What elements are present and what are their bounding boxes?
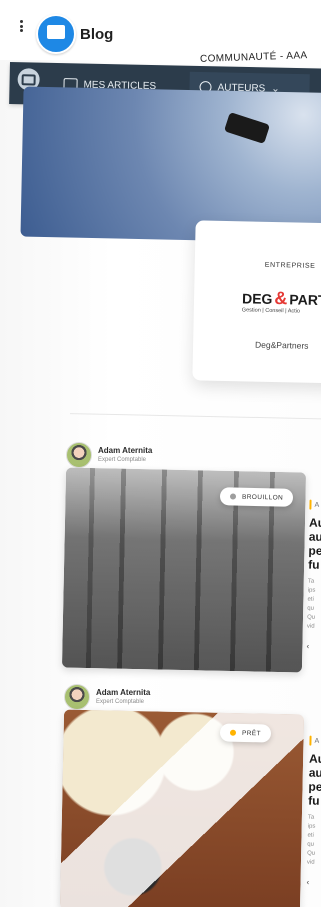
post-title[interactable]: Au au pe fu [308,516,321,573]
post-preview-2[interactable]: A Au au pe fu Ta ips eti qu Qu vid ‹ [306,735,321,888]
post-more-link[interactable]: ‹ [306,642,321,652]
tag-bar [309,735,312,746]
status-badge-label: BROUILLON [241,493,284,502]
company-logo-text-left: DEG [241,289,273,307]
hero-banner-image [20,86,321,244]
author-text: Adam Aternita Expert Comptable [96,688,150,706]
company-logo: DEG & PARTNERS Gestion | Conseil | Actio [242,287,321,317]
tag-bar [309,499,312,510]
company-logo-text-amp: & [274,288,288,309]
status-dot-icon [229,729,237,736]
status-badge: BROUILLON [219,487,294,507]
post-tag: A [309,735,321,747]
author-name[interactable]: Adam Aternita [98,446,152,456]
post-title[interactable]: Au au pe fu [308,752,321,809]
app-title: Blog [80,26,114,43]
status-badge-label: PRÊT [241,729,262,737]
post-author-1[interactable]: Adam Aternita Expert Comptable [66,442,152,468]
company-section-label: ENTREPRISE [264,261,316,270]
company-logo-subtitle: Gestion | Conseil | Actio [241,307,301,315]
avatar[interactable] [64,684,90,710]
blog-page: Blog COMMUNAUTÉ - AAA MES ARTICLES AUTEU… [0,0,321,907]
avatar[interactable] [66,442,92,468]
post-tag-label: A [314,737,320,745]
divider [70,413,321,420]
author-name[interactable]: Adam Aternita [96,688,150,698]
author-role: Expert Comptable [96,699,145,705]
author-text: Adam Aternita Expert Comptable [98,446,152,464]
post-author-2[interactable]: Adam Aternita Expert Comptable [64,684,150,710]
company-name[interactable]: Deg&Partners [255,340,309,351]
post-excerpt: Ta ips eti qu Qu vid [306,578,316,630]
top-header: Blog COMMUNAUTÉ - AAA [0,0,321,65]
company-logo-text-right: PARTNERS [289,290,321,309]
author-role: Expert Comptable [98,457,147,463]
post-preview-1[interactable]: A Au au pe fu Ta ips eti qu Qu vid ‹ [306,499,321,652]
post-tag: A [309,499,321,511]
company-card[interactable]: ENTREPRISE DEG & PARTNERS Gestion | Cons… [192,220,321,384]
status-badge: PRÊT [219,723,272,743]
kebab-menu-icon[interactable] [20,20,24,32]
post-tag-label: A [314,501,320,509]
post-more-link[interactable]: ‹ [306,878,321,888]
blog-app-icon[interactable] [36,14,76,54]
community-label: COMMUNAUTÉ - AAA [199,50,308,65]
status-dot-icon [229,493,237,500]
post-excerpt: Ta ips eti qu Qu vid [306,814,316,866]
